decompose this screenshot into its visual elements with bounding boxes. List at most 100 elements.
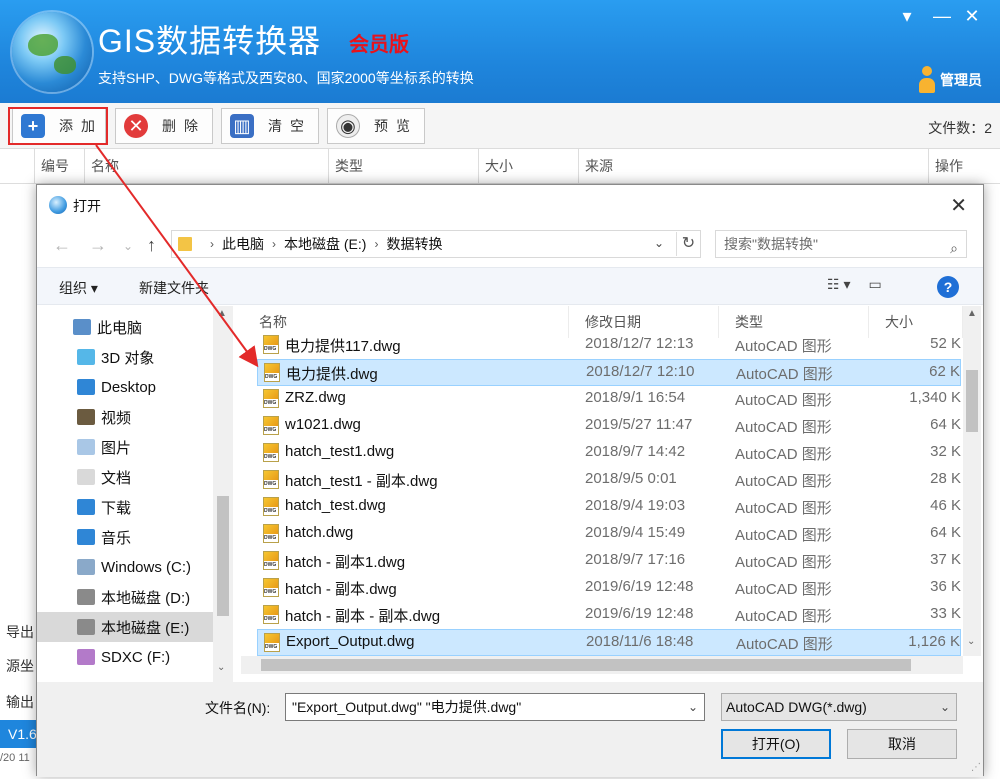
file-type: AutoCAD 图形 xyxy=(736,366,833,383)
resize-grip-icon[interactable]: ⋰ xyxy=(971,762,981,773)
file-row[interactable]: hatch - 副本.dwg 2019/6/19 12:48 AutoCAD 图形 3… xyxy=(257,575,961,602)
filename-dropdown-icon[interactable]: ⌄ xyxy=(688,694,698,720)
file-row[interactable]: hatch.dwg 2018/9/4 15:49 AutoCAD 图形 64 K xyxy=(257,521,961,548)
file-date: 2018/9/5 0:01 xyxy=(585,470,677,487)
forward-arrow-icon[interactable]: → xyxy=(89,235,107,256)
nav-item[interactable]: 文档 xyxy=(37,462,213,492)
preview-button-label: 预览 xyxy=(374,118,418,134)
file-vertical-scrollbar[interactable]: ▲ ⌄ xyxy=(963,306,981,656)
address-bar[interactable]: › 此电脑 › 本地磁盘 (E:) › 数据转换 ⌄ ↻ xyxy=(171,230,701,258)
dialog-close-button[interactable]: ✕ xyxy=(950,193,967,218)
file-row[interactable]: hatch - 副本1.dwg 2018/9/7 17:16 AutoCAD 图形 3… xyxy=(257,548,961,575)
file-name: ZRZ.dwg xyxy=(285,389,346,406)
file-row[interactable]: Export_Output.dwg 2018/11/6 18:48 AutoCAD … xyxy=(257,629,961,656)
output-label: 输出 xyxy=(6,694,34,710)
file-type: AutoCAD 图形 xyxy=(736,636,833,653)
breadcrumb-this-pc[interactable]: 此电脑 xyxy=(222,234,264,254)
window-close-button[interactable]: ✕ xyxy=(960,6,984,27)
status-date: /20 11 xyxy=(0,752,30,764)
address-dropdown-icon[interactable]: ⌄ xyxy=(654,236,664,250)
file-row[interactable]: 电力提供.dwg 2018/12/7 12:10 AutoCAD 图形 62 K xyxy=(257,359,961,386)
dwg-file-icon xyxy=(263,443,279,462)
file-size: 46 K xyxy=(930,497,961,514)
file-date: 2018/9/4 19:03 xyxy=(585,497,686,514)
nav-item[interactable]: 本地磁盘 (E:) xyxy=(37,612,213,642)
col-header-source[interactable]: 来源 xyxy=(578,149,928,184)
file-type: AutoCAD 图形 xyxy=(735,392,832,409)
scroll-down-icon[interactable]: ⌄ xyxy=(967,636,975,647)
nav-item-label: 视频 xyxy=(101,409,132,427)
file-size: 32 K xyxy=(930,443,961,460)
file-horizontal-scrollbar[interactable] xyxy=(241,656,963,674)
window-minimize-button[interactable]: — xyxy=(930,6,954,27)
file-size: 62 K xyxy=(929,363,960,380)
file-name: hatch - 副本1.dwg xyxy=(285,554,406,571)
nav-item[interactable]: 图片 xyxy=(37,432,213,462)
nav-item[interactable]: 本地磁盘 (D:) xyxy=(37,582,213,612)
cancel-button[interactable]: 取消 xyxy=(847,729,957,759)
eye-icon: ◉ xyxy=(336,114,360,138)
nav-item[interactable]: 3D 对象 xyxy=(37,342,213,372)
filename-input[interactable]: "Export_Output.dwg" "电力提供.dwg" ⌄ xyxy=(285,693,705,721)
file-size: 37 K xyxy=(930,551,961,568)
file-row[interactable]: hatch - 副本 - 副本.dwg 2019/6/19 12:48 AutoCA… xyxy=(257,602,961,629)
file-date: 2018/9/1 16:54 xyxy=(585,389,686,406)
file-scroll-thumb[interactable] xyxy=(966,370,978,432)
col-header-type[interactable]: 类型 xyxy=(328,149,478,184)
app-subtitle: 支持SHP、DWG等格式及西安80、国家2000等坐标系的转换 xyxy=(98,70,474,86)
open-button[interactable]: 打开(O) xyxy=(721,729,831,759)
filename-label: 文件名(N): xyxy=(205,700,271,716)
preview-pane-icon[interactable]: ▭ xyxy=(868,276,881,293)
filter-dropdown-icon[interactable]: ⌄ xyxy=(940,694,950,720)
col-header-number[interactable]: 编号 xyxy=(34,149,86,184)
col-header-size[interactable]: 大小 xyxy=(478,149,578,184)
organize-button[interactable]: 组织 ▾ xyxy=(59,278,98,298)
file-date: 2019/5/27 11:47 xyxy=(585,416,693,433)
scroll-up-icon[interactable]: ▲ xyxy=(967,308,977,319)
new-folder-button[interactable]: 新建文件夹 xyxy=(139,278,209,298)
nav-item[interactable]: 下载 xyxy=(37,492,213,522)
dwg-file-icon xyxy=(263,416,279,435)
nav-item-icon xyxy=(77,499,95,515)
delete-button[interactable]: ✕ 删除 xyxy=(115,108,213,144)
nav-item[interactable]: 此电脑 xyxy=(37,312,213,342)
col-header-name[interactable]: 名称 xyxy=(84,149,328,184)
file-row[interactable]: hatch_test1 - 副本.dwg 2018/9/5 0:01 AutoCAD… xyxy=(257,467,961,494)
view-mode-icon[interactable]: ☷ ▾ xyxy=(827,276,850,293)
file-size: 36 K xyxy=(930,578,961,595)
file-row[interactable]: w1021.dwg 2019/5/27 11:47 AutoCAD 图形 64 K xyxy=(257,413,961,440)
scroll-up-icon[interactable]: ▲ xyxy=(217,308,227,319)
nav-item[interactable]: Desktop xyxy=(37,372,213,402)
nav-item[interactable]: Windows (C:) xyxy=(37,552,213,582)
nav-scrollbar[interactable]: ▲ ⌄ xyxy=(213,306,233,682)
preview-button[interactable]: ◉ 预览 xyxy=(327,108,425,144)
file-row[interactable]: hatch_test.dwg 2018/9/4 19:03 AutoCAD 图形 46… xyxy=(257,494,961,521)
refresh-icon[interactable]: ↻ xyxy=(676,232,700,256)
dwg-file-icon xyxy=(264,363,280,382)
recent-dropdown-icon[interactable]: ⌄ xyxy=(123,239,133,253)
file-row[interactable]: ZRZ.dwg 2018/9/1 16:54 AutoCAD 图形 1,340 K xyxy=(257,386,961,413)
admin-account[interactable]: 管理员 xyxy=(918,66,982,94)
help-icon[interactable]: ? xyxy=(937,276,959,298)
dialog-titlebar: 打开 ✕ xyxy=(37,185,983,225)
file-hscroll-thumb[interactable] xyxy=(261,659,911,671)
window-menu-button[interactable]: ▾ xyxy=(895,6,919,27)
clear-button[interactable]: ▥ 清空 xyxy=(221,108,319,144)
file-type-filter-select[interactable]: AutoCAD DWG(*.dwg) ⌄ xyxy=(721,693,957,721)
nav-item-icon xyxy=(77,379,95,395)
file-row[interactable]: hatch_test1.dwg 2018/9/7 14:42 AutoCAD 图形 3… xyxy=(257,440,961,467)
file-row[interactable]: 电力提供117.dwg 2018/12/7 12:13 AutoCAD 图形 52 K xyxy=(257,332,961,359)
back-arrow-icon[interactable]: ← xyxy=(53,235,71,256)
up-arrow-icon[interactable]: ↑ xyxy=(147,235,156,256)
nav-item[interactable]: 视频 xyxy=(37,402,213,432)
search-input[interactable]: 搜索"数据转换" ⌕ xyxy=(715,230,967,258)
nav-item-icon xyxy=(77,349,95,365)
nav-item[interactable]: 音乐 xyxy=(37,522,213,552)
breadcrumb-drive-e[interactable]: 本地磁盘 (E:) xyxy=(284,234,366,254)
breadcrumb-data-conversion[interactable]: 数据转换 xyxy=(386,234,442,254)
nav-item[interactable]: SDXC (F:) xyxy=(37,642,213,672)
nav-scroll-thumb[interactable] xyxy=(217,496,229,616)
scroll-down-icon[interactable]: ⌄ xyxy=(217,662,225,673)
col-header-action[interactable]: 操作 xyxy=(928,149,1000,184)
file-type: AutoCAD 图形 xyxy=(735,419,832,436)
